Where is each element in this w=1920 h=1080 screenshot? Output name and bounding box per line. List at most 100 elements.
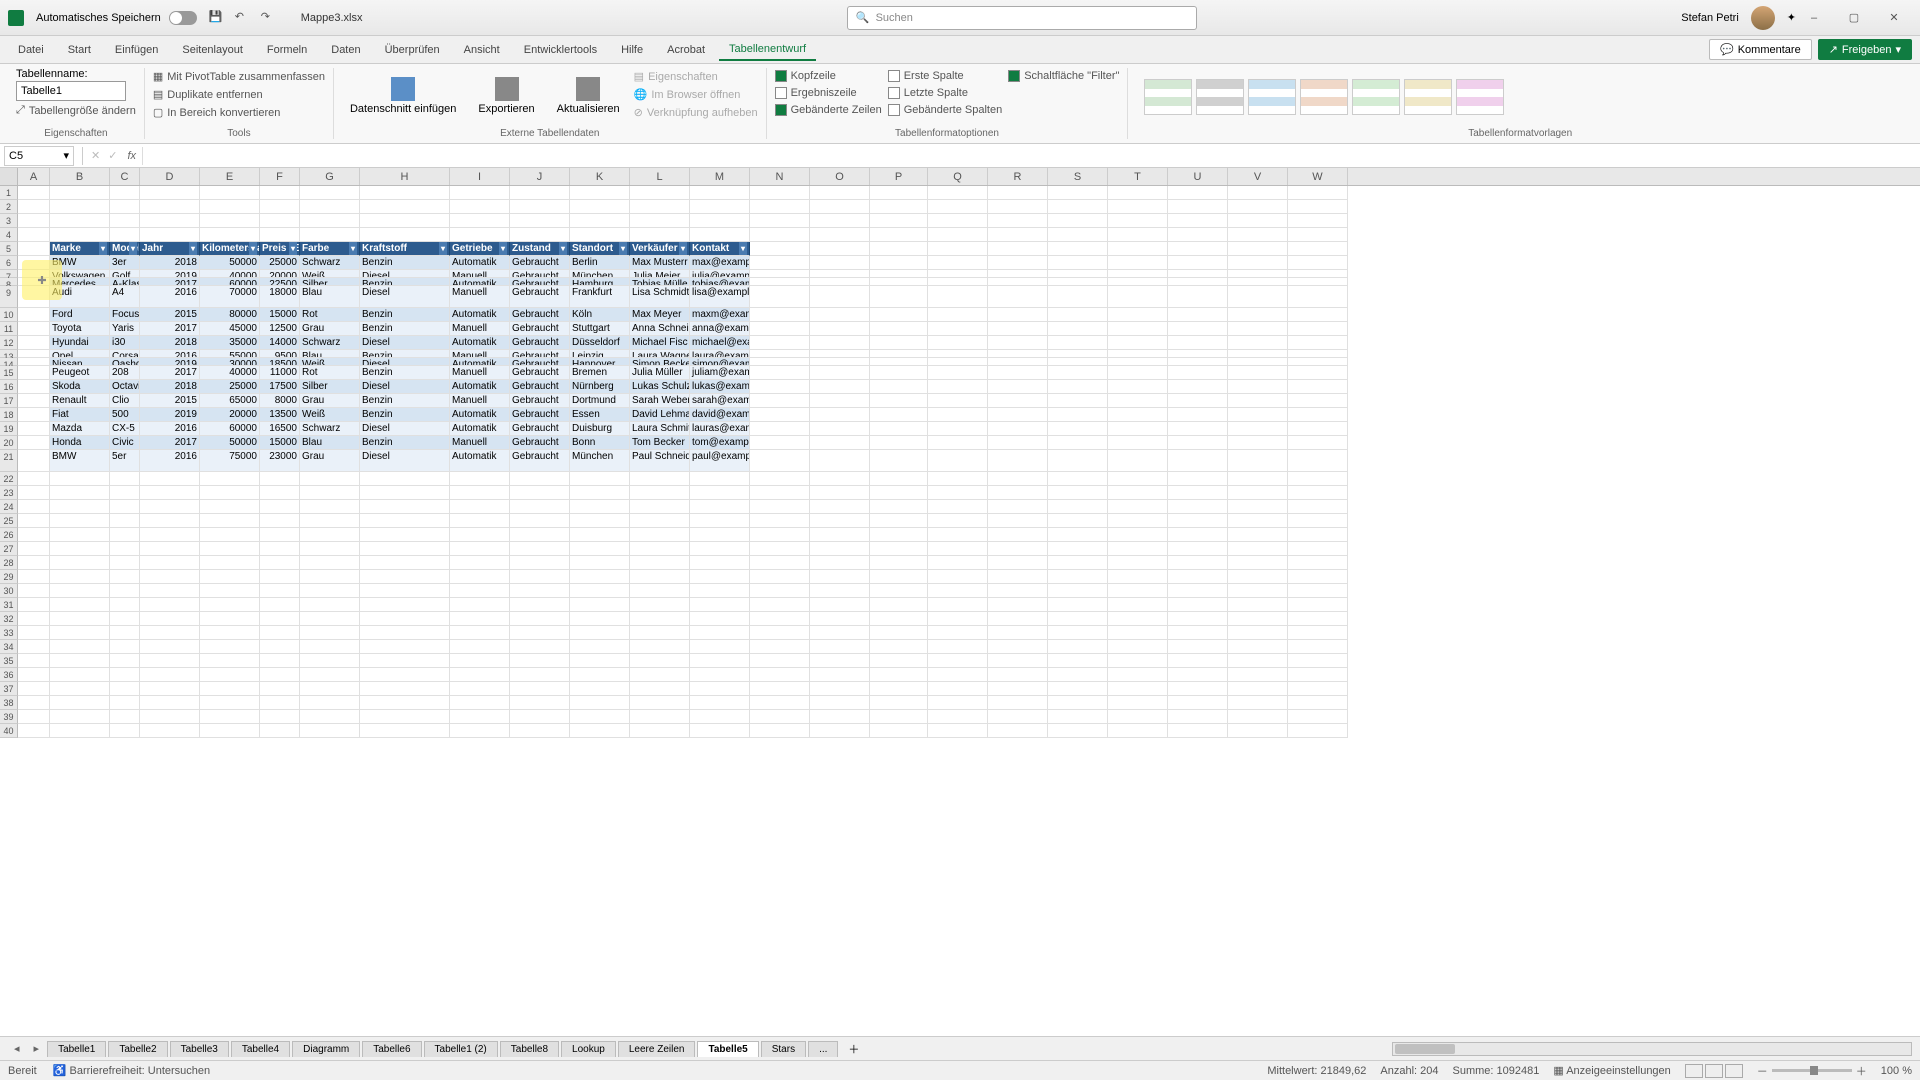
table-style-5[interactable] [1404,79,1452,115]
cell[interactable] [450,696,510,710]
convert-range-button[interactable]: ▢In Bereich konvertieren [153,104,325,121]
cell[interactable] [1108,528,1168,542]
cell[interactable] [300,696,360,710]
cell[interactable] [870,436,928,450]
cell[interactable] [988,200,1048,214]
cell[interactable] [510,654,570,668]
row-header[interactable]: 28 [0,556,18,570]
cell[interactable] [140,556,200,570]
fx-icon[interactable]: fx [127,150,136,162]
cell[interactable] [1288,514,1348,528]
cell[interactable] [18,514,50,528]
cell[interactable] [1048,450,1108,472]
autosave-toggle[interactable]: Automatisches Speichern [36,11,197,25]
cell[interactable] [690,584,750,598]
table-style-1[interactable] [1196,79,1244,115]
user-name[interactable]: Stefan Petri [1681,12,1738,24]
cell[interactable]: Nissan [50,358,110,366]
cell[interactable] [140,710,200,724]
cell[interactable] [510,556,570,570]
cell[interactable] [50,200,110,214]
cell[interactable] [110,186,140,200]
cell[interactable] [1228,422,1288,436]
cell[interactable] [260,696,300,710]
cell[interactable]: Laura Wagne [630,350,690,358]
cell[interactable]: Gebraucht [510,322,570,336]
cell[interactable] [690,214,750,228]
cell[interactable] [810,584,870,598]
cell[interactable]: 12500 [260,322,300,336]
cell[interactable] [1168,528,1228,542]
cell[interactable] [1048,358,1108,366]
cell[interactable] [810,472,870,486]
cell[interactable] [870,598,928,612]
opt-first[interactable]: Erste Spalte [888,68,1002,84]
cell[interactable] [450,584,510,598]
cell[interactable]: Rot [300,308,360,322]
close-button[interactable]: ✕ [1876,6,1912,30]
cell[interactable] [1048,394,1108,408]
cell[interactable] [570,584,630,598]
cell[interactable] [360,500,450,514]
cell[interactable] [110,640,140,654]
cell[interactable] [570,598,630,612]
cell[interactable] [300,598,360,612]
opt-banded-rows[interactable]: Gebänderte Zeilen [775,102,882,118]
cell[interactable]: paul@example.com [690,450,750,472]
cell[interactable]: 75000 [200,450,260,472]
cell[interactable]: 20000 [260,270,300,278]
select-all-corner[interactable] [0,168,18,185]
cell[interactable] [1048,422,1108,436]
cell[interactable] [300,626,360,640]
cell[interactable] [510,514,570,528]
cell[interactable] [1168,514,1228,528]
avatar[interactable] [1751,6,1775,30]
cell[interactable] [750,626,810,640]
cell[interactable]: 50000 [200,256,260,270]
cell[interactable] [1048,256,1108,270]
cell[interactable] [1048,626,1108,640]
cell[interactable] [18,336,50,350]
cell[interactable]: Diesel [360,270,450,278]
cell[interactable] [450,710,510,724]
cell[interactable]: Honda [50,436,110,450]
cell[interactable] [200,200,260,214]
cell[interactable] [18,408,50,422]
row-header[interactable]: 8 [0,278,18,286]
cell[interactable] [1288,358,1348,366]
col-header[interactable]: R [988,168,1048,185]
cell[interactable]: i30 [110,336,140,350]
cell[interactable] [1228,584,1288,598]
cell[interactable] [1048,366,1108,380]
cell[interactable]: 2017 [140,436,200,450]
row-header[interactable]: 6 [0,256,18,270]
cell[interactable] [260,556,300,570]
cell[interactable] [260,214,300,228]
cell[interactable]: Manuell [450,394,510,408]
cell[interactable] [1228,542,1288,556]
cell[interactable] [988,696,1048,710]
cell[interactable] [200,214,260,228]
cell[interactable] [1108,654,1168,668]
cell[interactable]: Diesel [360,358,450,366]
cell[interactable] [1048,682,1108,696]
cell[interactable] [510,186,570,200]
cell[interactable] [750,350,810,358]
status-display[interactable]: ▦ Anzeigeeinstellungen [1553,1064,1670,1077]
row-header[interactable]: 39 [0,710,18,724]
cell[interactable] [110,696,140,710]
cell[interactable] [1288,542,1348,556]
cell[interactable] [928,500,988,514]
cell[interactable] [988,242,1048,256]
cell[interactable] [1228,486,1288,500]
cell[interactable] [928,584,988,598]
cell[interactable] [988,350,1048,358]
cell[interactable] [870,308,928,322]
cell[interactable]: 23000 [260,450,300,472]
cell[interactable]: Anna Schneid [630,322,690,336]
cell[interactable] [870,278,928,286]
cell[interactable] [810,570,870,584]
cell[interactable] [1228,500,1288,514]
cell[interactable]: Benzin [360,366,450,380]
cell[interactable] [810,654,870,668]
